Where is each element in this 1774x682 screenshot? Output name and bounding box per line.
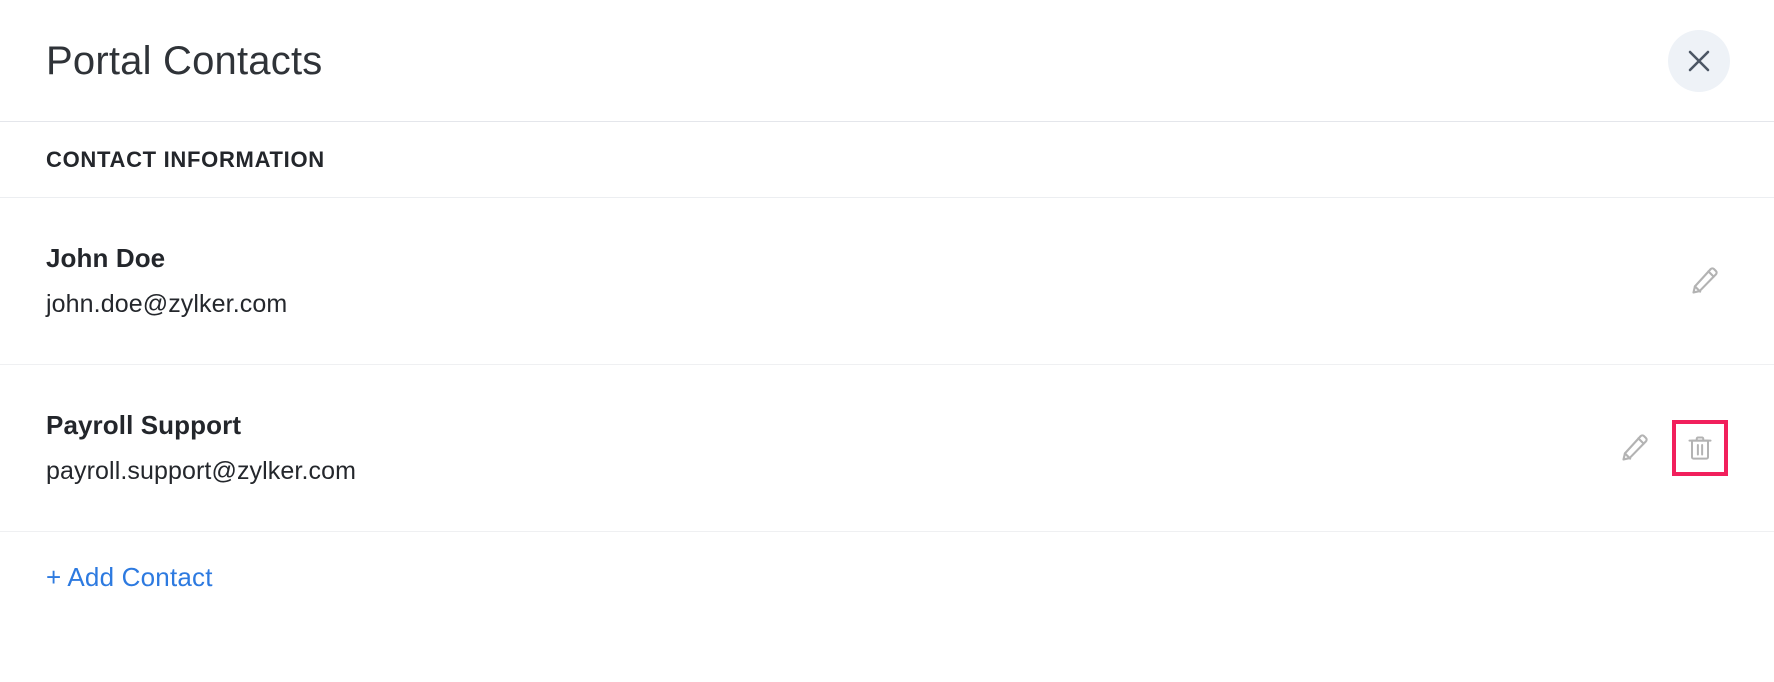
dialog-header: Portal Contacts (0, 0, 1774, 122)
add-contact-area: + Add Contact (0, 532, 1774, 622)
trash-icon (1685, 433, 1715, 463)
contact-email: payroll.support@zylker.com (46, 456, 357, 485)
contact-details: John Doe john.doe@zylker.com (46, 244, 1680, 318)
table-row: Payroll Support payroll.support@zylker.c… (0, 365, 1774, 532)
close-button[interactable] (1668, 29, 1730, 92)
edit-contact-button[interactable] (1680, 257, 1728, 305)
add-contact-button[interactable]: + Add Contact (46, 562, 213, 593)
section-header-contact-information: CONTACT INFORMATION (0, 122, 1774, 198)
row-actions (1610, 420, 1728, 476)
page-title: Portal Contacts (46, 38, 323, 83)
table-row: John Doe john.doe@zylker.com (0, 198, 1774, 365)
close-icon (1685, 47, 1713, 75)
row-actions (1680, 257, 1728, 305)
contact-name: John Doe (46, 242, 166, 273)
contact-name: Payroll Support (46, 409, 242, 440)
edit-contact-button[interactable] (1610, 424, 1658, 472)
pencil-icon (1617, 431, 1651, 465)
contact-email: john.doe@zylker.com (46, 289, 288, 318)
section-header-label: CONTACT INFORMATION (46, 146, 325, 172)
delete-contact-button[interactable] (1672, 420, 1728, 476)
pencil-icon (1687, 264, 1721, 298)
portal-contacts-dialog: Portal Contacts CONTACT INFORMATION John… (0, 0, 1774, 682)
contact-details: Payroll Support payroll.support@zylker.c… (46, 411, 1610, 485)
